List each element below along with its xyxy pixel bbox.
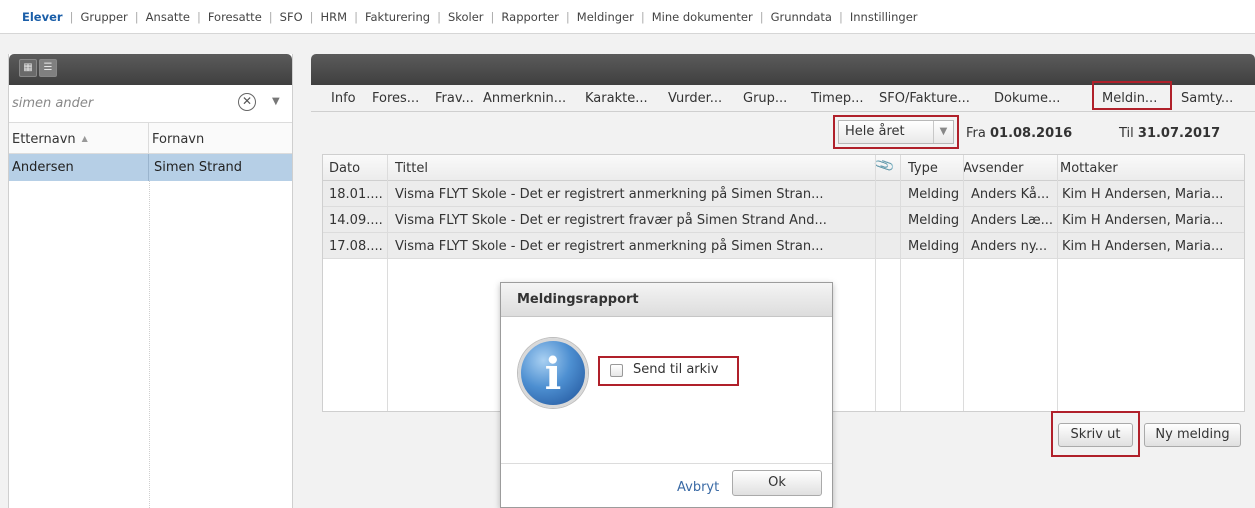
ny-melding-button[interactable]: Ny melding [1144, 423, 1241, 447]
ok-button[interactable]: Ok [732, 470, 822, 496]
info-icon: i [518, 338, 588, 408]
skriv-ut-highlight [1051, 411, 1140, 457]
meldinger-tab-highlight [1092, 81, 1172, 110]
tab-karakterer[interactable]: Karakte... [585, 91, 648, 106]
column-divider [875, 155, 876, 411]
date-from: Fra 01.08.2016 [966, 126, 1073, 141]
send-til-arkiv-checkbox[interactable] [610, 364, 623, 377]
grid-view-icon[interactable]: ▦ [19, 59, 37, 77]
column-divider [149, 181, 150, 508]
student-row[interactable]: Andersen Simen Strand [9, 154, 292, 181]
nav-rapporter[interactable]: Rapporter [501, 10, 558, 24]
nav-mine-dokumenter[interactable]: Mine dokumenter [652, 10, 753, 24]
header-type[interactable]: Type [904, 155, 964, 181]
table-header: Dato Tittel 📎 Type Avsender Mottaker [323, 155, 1244, 181]
top-navigation: Elever | Grupper | Ansatte | Foresatte | SFO… [0, 0, 1255, 34]
send-til-arkiv-label[interactable]: Send til arkiv [633, 362, 718, 377]
nav-ansatte[interactable]: Ansatte [146, 10, 190, 24]
header-dato[interactable]: Dato [325, 155, 387, 181]
dialog-title: Meldingsrapport [501, 283, 832, 317]
tab-info[interactable]: Info [331, 91, 356, 106]
column-divider [1057, 155, 1058, 411]
header-tittel[interactable]: Tittel [391, 155, 871, 181]
nav-innstillinger[interactable]: Innstillinger [850, 10, 918, 24]
tab-samtykke[interactable]: Samty... [1181, 91, 1233, 106]
column-divider [900, 155, 901, 411]
column-fornavn[interactable]: Fornavn [149, 123, 204, 154]
nav-grunndata[interactable]: Grunndata [771, 10, 832, 24]
table-row[interactable]: 14.09.... Visma FLYT Skole - Det er regi… [323, 207, 1244, 233]
student-list-header: Etternavn ▲ Fornavn [9, 123, 292, 154]
clear-search-icon[interactable]: ✕ [238, 93, 256, 111]
date-to: Til 31.07.2017 [1119, 126, 1221, 141]
header-avsender[interactable]: Avsender [959, 155, 1054, 181]
list-view-icon[interactable]: ☰ [39, 59, 57, 77]
dialog-divider [501, 463, 832, 464]
chevron-down-icon[interactable]: ▼ [272, 96, 280, 107]
tab-vurdering[interactable]: Vurder... [668, 91, 722, 106]
tab-foresatte[interactable]: Fores... [372, 91, 419, 106]
tab-grupper[interactable]: Grup... [743, 91, 787, 106]
nav-meldinger[interactable]: Meldinger [577, 10, 634, 24]
nav-skoler[interactable]: Skoler [448, 10, 484, 24]
table-row[interactable]: 17.08.... Visma FLYT Skole - Det er regi… [323, 233, 1244, 259]
student-list-panel: ▦ ☰ ✕ ▼ Etternavn▲ Fornavn Andersen Sime… [8, 54, 293, 508]
tab-fravaer[interactable]: Frav... [435, 91, 474, 106]
meldingsrapport-dialog: Meldingsrapport i Send til arkiv Avbryt … [500, 282, 833, 508]
student-fornavn: Simen Strand [154, 160, 243, 175]
nav-elever[interactable]: Elever [22, 10, 63, 24]
left-panel-header: ▦ ☰ [9, 54, 292, 85]
table-row[interactable]: 18.01.... Visma FLYT Skole - Det er regi… [323, 181, 1244, 207]
nav-sfo[interactable]: SFO [280, 10, 303, 24]
nav-hrm[interactable]: HRM [321, 10, 348, 24]
tab-dokumenter[interactable]: Dokume... [994, 91, 1060, 106]
student-etternavn: Andersen [9, 154, 149, 181]
nav-fakturering[interactable]: Fakturering [365, 10, 430, 24]
header-mottaker[interactable]: Mottaker [1056, 155, 1244, 181]
paperclip-icon: 📎 [873, 154, 897, 178]
nav-foresatte[interactable]: Foresatte [208, 10, 262, 24]
tab-sfo-fakturering[interactable]: SFO/Fakture... [879, 91, 970, 106]
tab-timeplan[interactable]: Timep... [811, 91, 863, 106]
search-row: ✕ ▼ [9, 85, 292, 123]
cancel-link[interactable]: Avbryt [677, 480, 719, 495]
column-divider [963, 155, 964, 411]
column-etternavn[interactable]: Etternavn ▲ [9, 123, 149, 154]
tab-anmerkninger[interactable]: Anmerknin... [483, 91, 566, 106]
column-divider [387, 155, 388, 411]
sort-ascending-icon: ▲ [81, 134, 88, 143]
period-select-highlight [833, 115, 959, 149]
student-search-input[interactable] [12, 92, 222, 114]
nav-grupper[interactable]: Grupper [80, 10, 127, 24]
